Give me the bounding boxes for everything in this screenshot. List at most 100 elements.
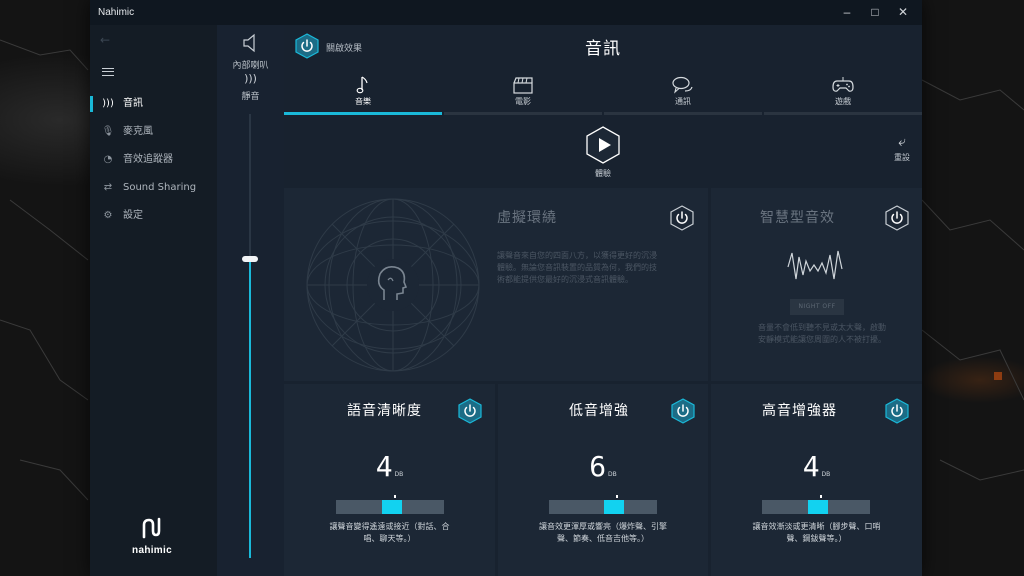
back-arrow-icon[interactable]: ←: [100, 33, 110, 47]
sidebar-item-microphone[interactable]: 🎙 麥克風: [90, 122, 217, 142]
virtual-surround-panel: 虛擬環繞 讓聲音來自您的四面八方，以獲得更好的沉浸 體驗。無論您音訊裝置的品質為…: [284, 188, 708, 381]
hamburger-menu-icon[interactable]: [102, 68, 114, 76]
chat-bubbles-icon: [604, 75, 762, 95]
tab-communication[interactable]: 通訊: [604, 71, 762, 115]
smart-volume-description-line: 安靜模式能讓您周圍的人不被打擾。: [758, 335, 886, 344]
bass-boost-slider[interactable]: [549, 495, 657, 514]
eq-description-line: 聲、鋼鈸聲等。）: [786, 534, 847, 543]
eq-title: 高音增強器: [762, 403, 837, 419]
surround-description-line: 讓聲音來自您的四面八方，以獲得更好的沉浸: [497, 251, 657, 260]
nahimic-logo-icon: [142, 517, 161, 539]
tab-music[interactable]: 音樂: [284, 71, 442, 115]
eq-slider-fill: [808, 500, 828, 514]
eq-value-display: 4 DB: [284, 450, 495, 483]
reset-button[interactable]: ⤶ 重設: [894, 135, 910, 163]
demo-label: 體驗: [595, 169, 611, 178]
eq-unit: DB: [821, 471, 831, 478]
nahimic-logo: nahimic: [122, 517, 182, 556]
sidebar-item-label: 音效追蹤器: [123, 154, 173, 165]
sidebar-item-settings[interactable]: ⚙ 設定: [90, 206, 217, 226]
sidebar-item-sound-sharing[interactable]: ⇄ Sound Sharing: [90, 178, 217, 198]
gear-icon: ⚙: [103, 210, 113, 221]
window-title: Nahimic: [98, 7, 135, 18]
gamepad-icon: [764, 75, 922, 95]
eq-unit: DB: [608, 471, 617, 478]
waveform-graphic: [787, 250, 843, 280]
surround-power-toggle[interactable]: [669, 205, 695, 235]
main-content: 關啟效果 音訊 音樂 電影 通訊 遊戲 體驗 ⤶ 重設 虛擬環繞 讓聲音來自您的…: [284, 25, 922, 576]
sidebar-item-label: 麥克風: [123, 126, 153, 137]
sidebar-item-sound-tracker[interactable]: ◔ 音效追蹤器: [90, 150, 217, 170]
voice-clarity-power-toggle[interactable]: [457, 398, 483, 428]
eq-description: 讓音效漸淡或更清晰（腳步聲、口哨 聲、鋼鈸聲等。）: [711, 521, 922, 545]
tab-label: 電影: [515, 97, 531, 106]
eq-description: 讓音效更渾厚或響亮（爆炸聲、引擎 聲、節奏、低音吉他等。）: [498, 521, 708, 545]
nahimic-window: Nahimic – □ ✕ ← ))) 音訊 🎙 麥克風 ◔ 音效追蹤器 ⇄ S…: [90, 0, 922, 576]
night-mode-button[interactable]: NIGHT OFF: [790, 299, 844, 315]
page-title: 音訊: [585, 39, 621, 59]
eq-description-line: 讓音效更渾厚或響亮（爆炸聲、引擎: [539, 522, 667, 531]
bass-boost-power-toggle[interactable]: [670, 398, 696, 428]
device-name: 內部喇叭: [232, 61, 269, 71]
sidebar-nav: ← ))) 音訊 🎙 麥克風 ◔ 音效追蹤器 ⇄ Sound Sharing ⚙…: [90, 25, 217, 576]
tab-gaming[interactable]: 遊戲: [764, 71, 922, 115]
tab-label: 遊戲: [835, 97, 851, 106]
eq-description-line: 讓音效漸淡或更清晰（腳步聲、口哨: [752, 522, 881, 531]
sound-tracker-icon: ◔: [103, 154, 113, 165]
eq-value: 6: [589, 450, 607, 483]
minimize-button[interactable]: –: [840, 5, 854, 19]
eq-value: 4: [802, 450, 820, 483]
sidebar-item-label: 音訊: [123, 98, 143, 109]
eq-slider-fill: [604, 500, 624, 514]
mute-label[interactable]: 靜音: [217, 89, 284, 102]
audio-wave-icon: ))): [102, 98, 114, 109]
profile-tabs: 音樂 電影 通訊 遊戲: [284, 71, 922, 115]
eq-slider-tick: [820, 495, 822, 498]
eq-value-display: 6 DB: [498, 450, 708, 483]
smart-volume-description-line: 音量不會低到聽不見或太大聲，啟動: [758, 323, 886, 332]
eq-unit: DB: [394, 471, 404, 478]
power-icon: [670, 205, 694, 231]
eq-description: 讓聲音變得遙遠或接近（對話、合 唱、聊天等。）: [284, 521, 495, 545]
volume-slider-thumb[interactable]: [242, 256, 258, 262]
surround-description: 讓聲音來自您的四面八方，以獲得更好的沉浸 體驗。無論您音訊裝置的品質為何，我們的…: [497, 250, 707, 286]
power-icon: [671, 398, 695, 424]
treble-boost-power-toggle[interactable]: [884, 398, 910, 428]
clapperboard-icon: [444, 75, 602, 95]
power-icon: [885, 205, 909, 231]
eq-slider-tick: [616, 495, 618, 498]
title-bar: Nahimic – □ ✕: [90, 0, 922, 25]
eq-slider-tick: [394, 495, 396, 498]
smart-volume-title: 智慧型音效: [760, 210, 835, 226]
music-note-icon: [284, 75, 442, 95]
reset-arrow-icon: ⤶: [898, 134, 906, 150]
demo-area: 體驗 ⤶ 重設: [284, 115, 922, 188]
surround-description-line: 術都能提供您最好的沉浸式音訊體驗。: [497, 275, 633, 284]
tab-movie[interactable]: 電影: [444, 71, 602, 115]
sidebar-item-audio[interactable]: ))) 音訊: [90, 94, 217, 114]
speaker-icon[interactable]: [217, 33, 284, 56]
eq-value: 4: [375, 450, 393, 483]
play-icon: [586, 126, 620, 164]
maximize-button[interactable]: □: [868, 5, 882, 19]
tab-label: 通訊: [675, 97, 691, 106]
surround-title: 虛擬環繞: [497, 210, 557, 226]
surround-sphere-graphic: [306, 198, 480, 372]
brand-name: nahimic: [132, 545, 172, 556]
volume-slider-fill: [249, 260, 251, 558]
play-demo-button[interactable]: [585, 125, 621, 169]
eq-title: 低音增強: [569, 403, 629, 419]
close-button[interactable]: ✕: [896, 5, 910, 19]
power-icon: [458, 398, 482, 424]
voice-clarity-panel: 語音清晰度 4 DB 讓聲音變得遙遠或接近（對話、合 唱、聊天等。）: [284, 384, 495, 576]
eq-title: 語音清晰度: [347, 403, 422, 419]
smart-volume-panel: 智慧型音效 NIGHT OFF 音量不會低到聽不見或太大聲，啟動 安靜模式能讓您…: [711, 188, 922, 381]
volume-wave-icon[interactable]: ))): [217, 72, 284, 85]
eq-description-line: 聲、節奏、低音吉他等。）: [557, 534, 649, 543]
eq-description-line: 讓聲音變得遙遠或接近（對話、合: [329, 522, 450, 531]
sound-sharing-icon: ⇄: [103, 182, 113, 193]
treble-boost-slider[interactable]: [762, 495, 870, 514]
sidebar-item-label: Sound Sharing: [123, 182, 197, 193]
voice-clarity-slider[interactable]: [336, 495, 444, 514]
smart-volume-power-toggle[interactable]: [884, 205, 910, 235]
